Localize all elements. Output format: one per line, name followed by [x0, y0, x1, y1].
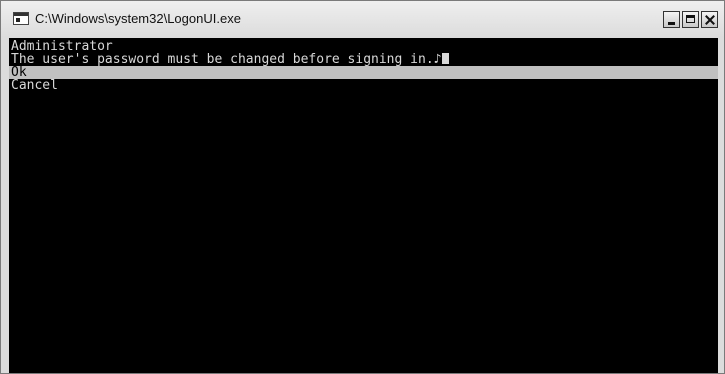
close-button[interactable]: [701, 11, 718, 28]
console-app-icon[interactable]: [13, 12, 29, 25]
caption-buttons: [663, 11, 718, 28]
window-title: C:\Windows\system32\LogonUI.exe: [35, 11, 241, 26]
console-output: Administrator The user's password must b…: [9, 38, 718, 373]
text-cursor: [442, 53, 450, 64]
title-bar[interactable]: C:\Windows\system32\LogonUI.exe: [1, 1, 724, 37]
password-message-line: The user's password must be changed befo…: [11, 52, 450, 67]
minimize-button[interactable]: [663, 11, 680, 28]
ok-option[interactable]: Ok: [9, 66, 718, 79]
maximize-button[interactable]: [682, 11, 699, 28]
logonui-console-window: C:\Windows\system32\LogonUI.exe Administ…: [0, 0, 725, 374]
cancel-option[interactable]: Cancel: [11, 79, 58, 92]
password-message-text: The user's password must be changed befo…: [11, 52, 442, 67]
